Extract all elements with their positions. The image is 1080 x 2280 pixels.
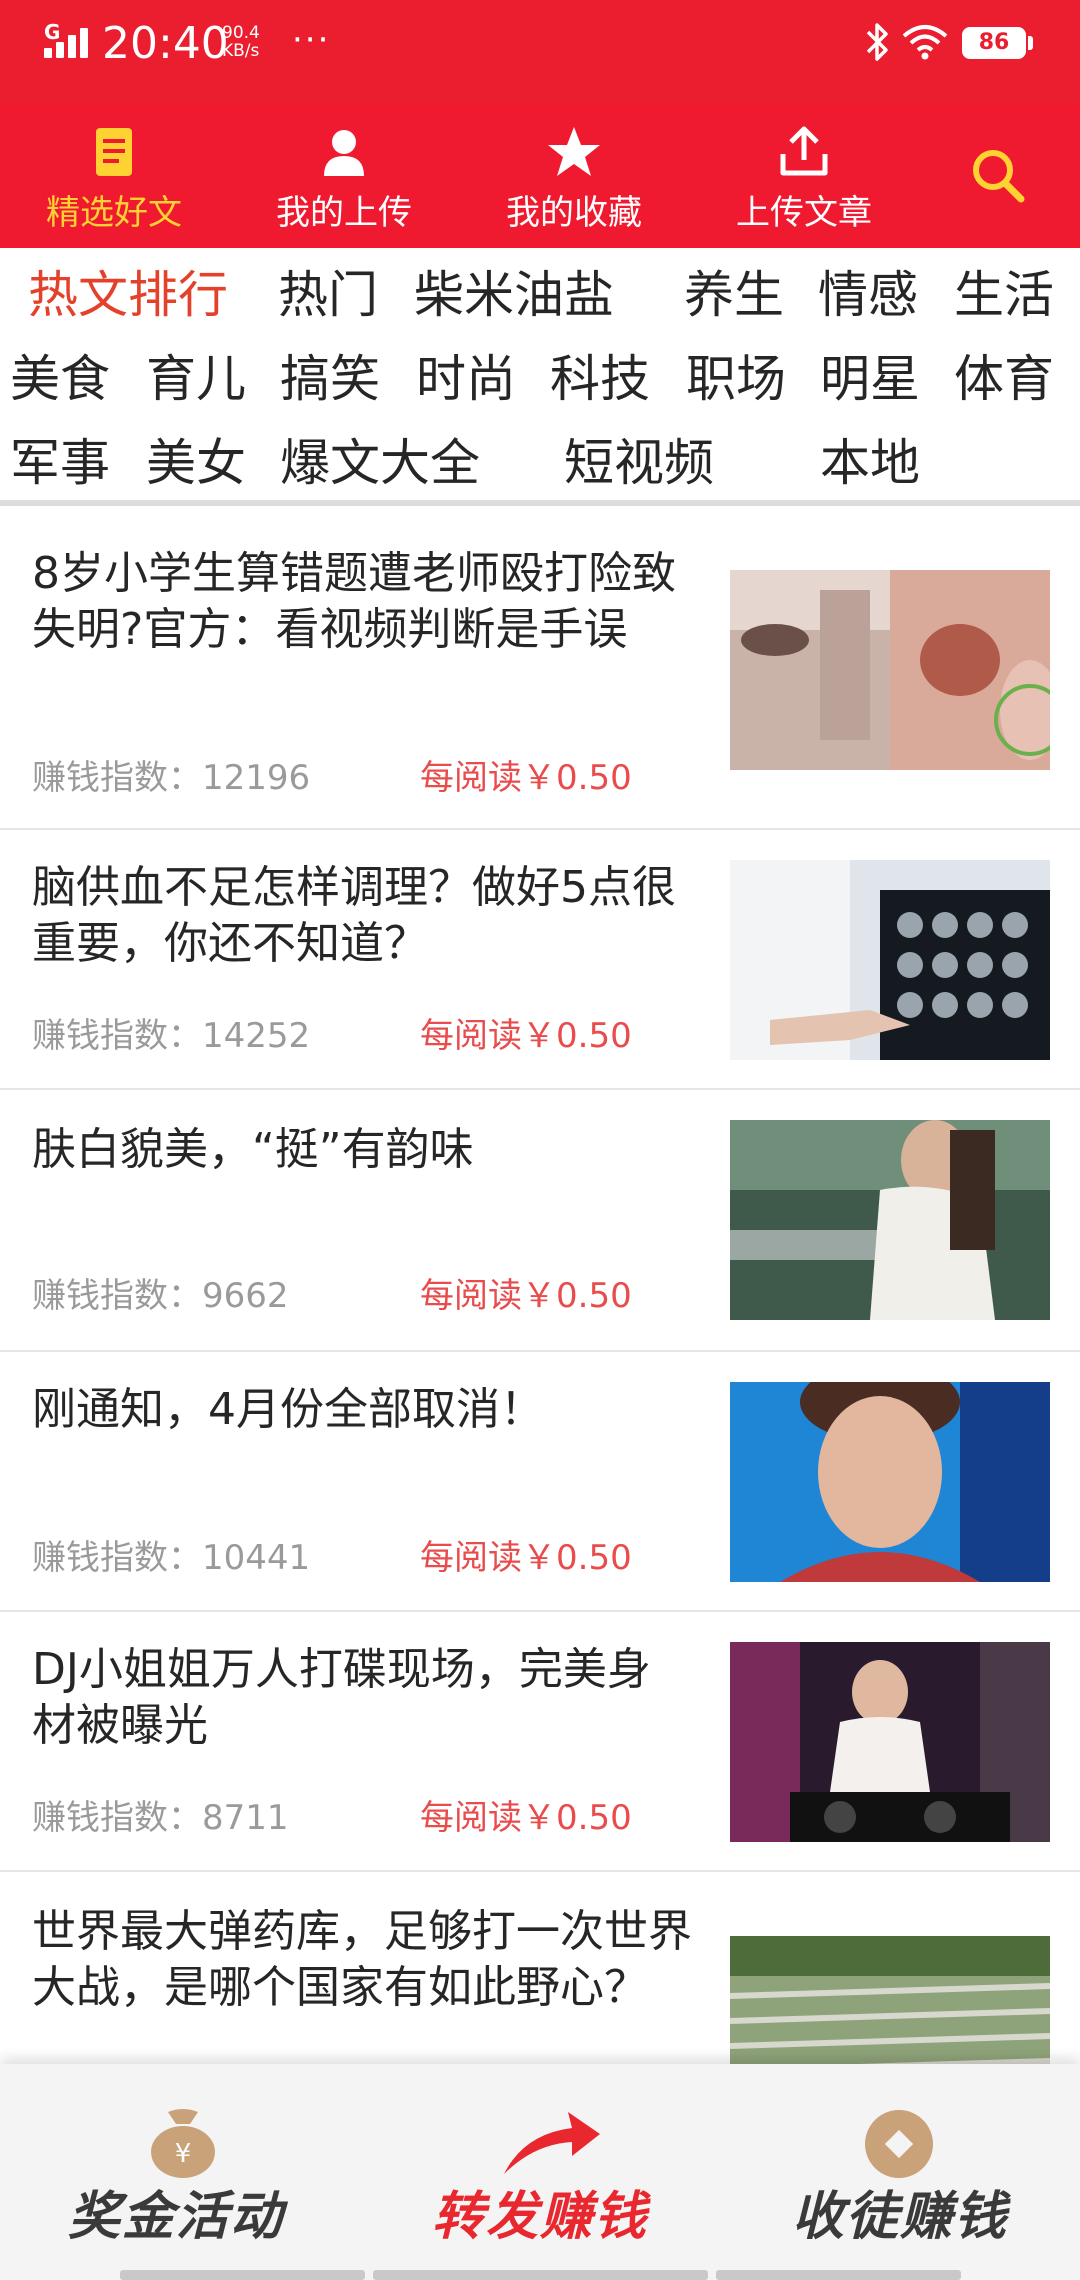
earning-index-label: 赚钱指数：	[32, 1276, 202, 1316]
share-earn-tab[interactable]: 转发赚钱	[360, 2064, 720, 2280]
reward-per-read: 每阅读￥0.50	[420, 1538, 632, 1578]
article-icon	[96, 128, 132, 176]
article-thumbnail	[730, 860, 1050, 1060]
earning-index: 赚钱指数：14252	[32, 1014, 310, 1058]
signal-icon: G	[44, 22, 94, 58]
earning-index: 赚钱指数：12196	[32, 756, 310, 800]
net-speed-value: 90.4	[222, 23, 260, 43]
user-icon	[324, 130, 364, 176]
article-item[interactable]: 肤白貌美，“挺”有韵味 赚钱指数：9662 每阅读￥0.50	[0, 1090, 1080, 1352]
reward-per-read: 每阅读￥0.50	[420, 1016, 632, 1056]
article-item[interactable]: DJ小姐姐万人打碟现场，完美身材被曝光 赚钱指数：8711 每阅读￥0.50	[0, 1612, 1080, 1872]
star-icon	[548, 127, 600, 176]
earning-index-label: 赚钱指数：	[32, 1798, 202, 1838]
reward-per-read: 每阅读￥0.50	[420, 1276, 632, 1316]
category-local[interactable]: 本地	[820, 430, 920, 496]
nav-my-favorites[interactable]: 我的收藏	[474, 104, 674, 248]
bottom-tab-label: 转发赚钱	[431, 2187, 648, 2247]
article-title: DJ小姐姐万人打碟现场，完美身材被曝光	[32, 1644, 651, 1751]
search-icon[interactable]	[968, 144, 1028, 208]
nav-upload-article[interactable]: 上传文章	[704, 104, 904, 248]
money-bag-icon: ¥	[151, 2109, 215, 2178]
article-title: 8岁小学生算错题遭老师殴打险致失明?官方：看视频判断是手误	[32, 548, 676, 655]
nav-indicator	[373, 2270, 708, 2280]
category-viral-articles[interactable]: 爆文大全	[280, 430, 480, 496]
earning-index: 赚钱指数：10441	[32, 1536, 310, 1580]
article-title: 刚通知，4月份全部取消！	[32, 1384, 544, 1435]
upload-icon	[780, 126, 828, 176]
status-bar: G 20:40 90.4 KB/s ··· 86	[0, 0, 1080, 104]
nav-label: 精选好文	[46, 193, 182, 233]
recruit-earn-tab[interactable]: 收徒赚钱	[720, 2064, 1080, 2280]
article-title: 世界最大弹药库，足够打一次世界大战，是哪个国家有如此野心？	[32, 1906, 692, 2013]
category-sports[interactable]: 体育	[954, 346, 1054, 412]
earning-index-value: 9662	[202, 1276, 289, 1316]
article-item[interactable]: 8岁小学生算错题遭老师殴打险致失明?官方：看视频判断是手误 赚钱指数：12196…	[0, 506, 1080, 830]
clock: 20:40	[102, 18, 229, 69]
category-tags: 热文排行 热门 柴米油盐 养生 情感 生活 美食 育儿 搞笑 时尚 科技 职场 …	[0, 248, 1080, 500]
article-title: 肤白貌美，“挺”有韵味	[32, 1124, 474, 1175]
category-hot-ranking[interactable]: 热文排行	[28, 262, 228, 328]
category-life[interactable]: 生活	[954, 262, 1054, 328]
category-food[interactable]: 美食	[10, 346, 110, 412]
category-funny[interactable]: 搞笑	[280, 346, 380, 412]
bonus-activity-tab[interactable]: ¥ 奖金活动	[0, 2064, 360, 2280]
reward-per-read: 每阅读￥0.50	[420, 1798, 632, 1838]
category-emotion[interactable]: 情感	[818, 262, 918, 328]
article-title: 脑供血不足怎样调理？做好5点很重要，你还不知道？	[32, 862, 676, 969]
top-nav: 精选好文 我的上传 我的收藏 上传文章	[0, 104, 1080, 248]
more-notifications: ···	[292, 20, 331, 60]
category-parenting[interactable]: 育儿	[146, 346, 246, 412]
wifi-icon	[902, 25, 948, 60]
category-celebrity[interactable]: 明星	[820, 346, 920, 412]
nav-label: 上传文章	[736, 193, 872, 233]
category-fashion[interactable]: 时尚	[416, 346, 516, 412]
coin-icon	[865, 2110, 933, 2178]
svg-text:¥: ¥	[175, 2139, 192, 2169]
earning-index-value: 12196	[202, 758, 311, 798]
article-thumbnail	[730, 1642, 1050, 1842]
earning-index-value: 8711	[202, 1798, 289, 1838]
share-arrow-icon	[504, 2112, 600, 2174]
earning-index-label: 赚钱指数：	[32, 1016, 202, 1056]
earning-index-value: 14252	[202, 1016, 311, 1056]
nav-label: 我的收藏	[506, 193, 642, 233]
earning-index: 赚钱指数：9662	[32, 1274, 289, 1318]
category-workplace[interactable]: 职场	[686, 346, 786, 412]
article-item[interactable]: 刚通知，4月份全部取消！ 赚钱指数：10441 每阅读￥0.50	[0, 1352, 1080, 1612]
category-tech[interactable]: 科技	[550, 346, 650, 412]
bluetooth-icon	[866, 23, 888, 61]
reward-per-read: 每阅读￥0.50	[420, 758, 632, 798]
net-speed-unit: KB/s	[222, 41, 260, 61]
earning-index: 赚钱指数：8711	[32, 1796, 289, 1840]
net-speed: 90.4 KB/s	[222, 24, 260, 60]
category-daily-life[interactable]: 柴米油盐	[414, 262, 614, 328]
category-short-video[interactable]: 短视频	[564, 430, 714, 496]
bottom-tab-label: 收徒赚钱	[791, 2187, 1008, 2247]
category-beauty[interactable]: 美女	[146, 430, 246, 496]
bottom-bar: ¥ 奖金活动 转发赚钱 收徒赚钱	[0, 2064, 1080, 2280]
battery-icon: 86	[962, 27, 1026, 59]
category-military[interactable]: 军事	[10, 430, 110, 496]
article-thumbnail	[730, 570, 1050, 770]
earning-index-label: 赚钱指数：	[32, 758, 202, 798]
nav-my-uploads[interactable]: 我的上传	[244, 104, 444, 248]
earning-index-label: 赚钱指数：	[32, 1538, 202, 1578]
nav-indicator	[120, 2270, 365, 2280]
nav-label: 我的上传	[276, 193, 412, 233]
article-thumbnail	[730, 1120, 1050, 1320]
category-health[interactable]: 养生	[684, 262, 784, 328]
nav-featured-articles[interactable]: 精选好文	[14, 104, 214, 248]
article-thumbnail	[730, 1382, 1050, 1582]
carrier-mark: G	[44, 20, 61, 44]
earning-index-value: 10441	[202, 1538, 311, 1578]
battery-tip	[1028, 36, 1033, 50]
category-popular[interactable]: 热门	[278, 262, 378, 328]
article-item[interactable]: 脑供血不足怎样调理？做好5点很重要，你还不知道？ 赚钱指数：14252 每阅读￥…	[0, 830, 1080, 1090]
nav-indicator	[716, 2270, 961, 2280]
bottom-tab-label: 奖金活动	[67, 2187, 284, 2247]
